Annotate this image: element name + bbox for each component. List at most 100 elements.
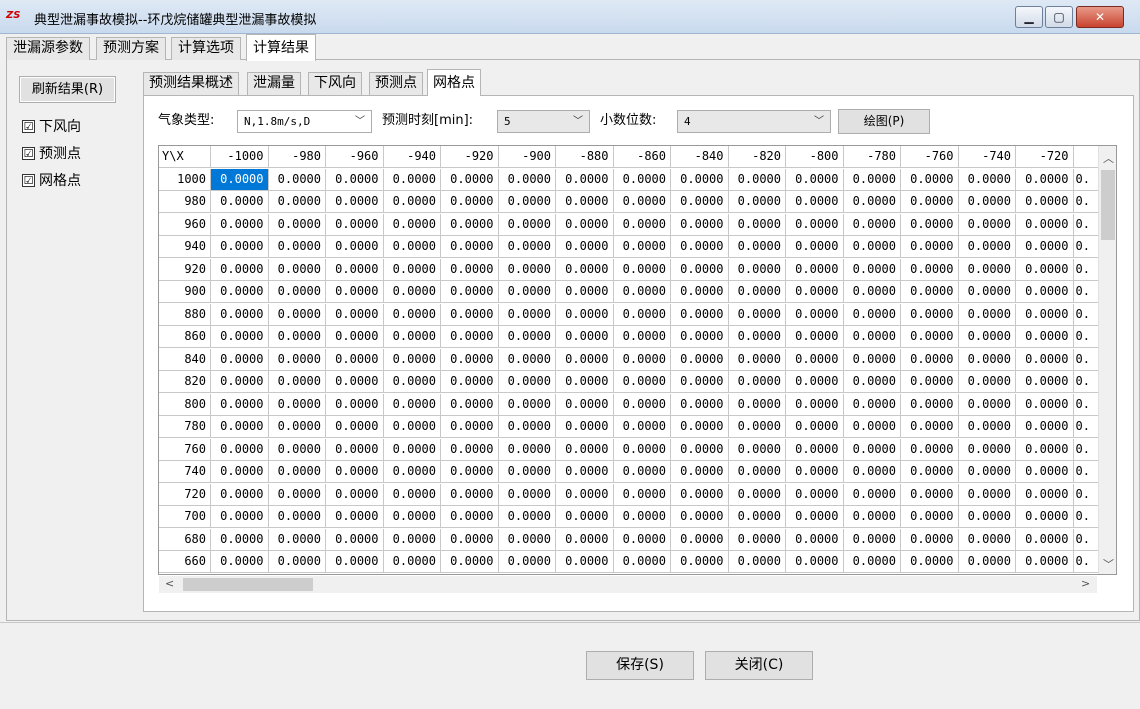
grid-cell[interactable]: 0.0000 bbox=[556, 393, 614, 416]
scroll-left-icon[interactable]: < bbox=[165, 577, 174, 590]
horizontal-scrollbar[interactable]: < > bbox=[159, 576, 1097, 593]
grid-cell[interactable]: 0.0000 bbox=[268, 303, 326, 326]
grid-cell[interactable]: 0.0000 bbox=[556, 213, 614, 236]
grid-cell[interactable]: 0.0000 bbox=[441, 348, 499, 371]
save-button[interactable]: 保存(S) bbox=[586, 651, 694, 680]
grid-cell[interactable]: 0.0000 bbox=[1016, 168, 1074, 191]
grid-cell[interactable]: 0.0000 bbox=[901, 416, 959, 438]
decimals-select[interactable]: 4 ﹀ bbox=[677, 110, 831, 133]
grid-cell[interactable]: 0.0000 bbox=[728, 168, 786, 191]
grid-cell[interactable]: 0.0000 bbox=[441, 236, 499, 258]
grid-cell[interactable]: 0.0000 bbox=[1016, 303, 1074, 326]
grid-cell[interactable]: 0.0000 bbox=[671, 461, 729, 483]
grid-cell[interactable]: 0.0000 bbox=[211, 168, 269, 191]
grid-cell[interactable]: 0.0000 bbox=[211, 236, 269, 258]
grid-cell[interactable]: 0.0000 bbox=[843, 348, 901, 371]
grid-cell[interactable]: 0.0000 bbox=[498, 326, 556, 348]
grid-cell[interactable]: 0.0000 bbox=[268, 416, 326, 438]
grid-cell[interactable]: 0.0000 bbox=[211, 393, 269, 416]
grid-cell[interactable]: 0.0000 bbox=[728, 393, 786, 416]
grid-cell[interactable]: 0.0000 bbox=[786, 438, 844, 461]
grid-cell[interactable]: 0.0000 bbox=[268, 236, 326, 258]
grid-cell[interactable]: 0.0000 bbox=[383, 213, 441, 236]
grid-cell[interactable]: 0.0000 bbox=[671, 371, 729, 393]
grid-cell[interactable]: 0.0000 bbox=[326, 303, 384, 326]
grid-cell[interactable]: 0.0000 bbox=[498, 393, 556, 416]
grid-cell[interactable]: 0.0000 bbox=[383, 461, 441, 483]
grid-cell[interactable]: 0.0000 bbox=[613, 438, 671, 461]
maximize-button[interactable]: ▢ bbox=[1045, 6, 1073, 28]
grid-cell[interactable]: 0.0000 bbox=[498, 551, 556, 573]
grid-cell[interactable]: 0.0000 bbox=[556, 551, 614, 573]
grid-cell[interactable]: 0.0000 bbox=[441, 528, 499, 551]
grid-cell[interactable]: 0.0000 bbox=[211, 438, 269, 461]
grid-cell[interactable]: 0.0000 bbox=[613, 258, 671, 281]
grid-cell[interactable]: 0.0000 bbox=[1016, 438, 1074, 461]
grid-cell[interactable]: 0.0000 bbox=[211, 461, 269, 483]
grid-cell[interactable]: 0.0000 bbox=[728, 483, 786, 506]
tab-downwind[interactable]: 下风向 bbox=[308, 72, 362, 95]
grid-cell[interactable]: 0.0000 bbox=[843, 528, 901, 551]
grid-cell[interactable]: 0.0000 bbox=[786, 348, 844, 371]
grid-cell[interactable]: 0.0000 bbox=[556, 528, 614, 551]
grid-cell[interactable]: 0.0000 bbox=[383, 281, 441, 303]
grid-cell[interactable]: 0.0000 bbox=[613, 551, 671, 573]
grid-cell[interactable]: 0.0000 bbox=[556, 461, 614, 483]
grid-cell[interactable]: 0.0000 bbox=[211, 348, 269, 371]
grid-cell[interactable]: 0.0000 bbox=[728, 303, 786, 326]
grid-cell[interactable]: 0.0000 bbox=[268, 348, 326, 371]
grid-cell[interactable]: 0.0000 bbox=[958, 303, 1016, 326]
grid-cell[interactable]: 0.0000 bbox=[383, 438, 441, 461]
grid-cell[interactable]: 0.0000 bbox=[786, 393, 844, 416]
grid-cell[interactable]: 0.0000 bbox=[671, 483, 729, 506]
grid-cell[interactable]: 0.0000 bbox=[498, 438, 556, 461]
grid-cell[interactable]: 0.0000 bbox=[843, 303, 901, 326]
grid-cell[interactable]: 0.0000 bbox=[613, 213, 671, 236]
grid-cell[interactable]: 0.0000 bbox=[901, 191, 959, 213]
grid-cell[interactable]: 0.0000 bbox=[613, 371, 671, 393]
grid-cell[interactable]: 0.0000 bbox=[958, 371, 1016, 393]
grid-cell[interactable]: 0.0000 bbox=[326, 416, 384, 438]
grid-cell[interactable]: 0.0000 bbox=[671, 416, 729, 438]
grid-cell[interactable]: 0.0000 bbox=[326, 213, 384, 236]
tab-summary[interactable]: 预测结果概述 bbox=[143, 72, 239, 95]
grid-cell[interactable]: 0.0000 bbox=[211, 551, 269, 573]
grid-table[interactable]: Y\X -1000 -980 -960 -940 -920 -900 -880 -860 -840… bbox=[158, 145, 1117, 575]
grid-cell[interactable]: 0.0000 bbox=[958, 461, 1016, 483]
grid-cell[interactable]: 0.0000 bbox=[901, 281, 959, 303]
grid-cell[interactable]: 0.0000 bbox=[901, 483, 959, 506]
grid-cell[interactable]: 0.0000 bbox=[1016, 348, 1074, 371]
grid-cell[interactable]: 0.0000 bbox=[498, 371, 556, 393]
grid-cell[interactable]: 0.0000 bbox=[728, 236, 786, 258]
grid-cell[interactable]: 0.0000 bbox=[326, 506, 384, 528]
grid-cell[interactable]: 0.0000 bbox=[1016, 371, 1074, 393]
grid-cell[interactable]: 0.0000 bbox=[901, 258, 959, 281]
grid-cell[interactable]: 0.0000 bbox=[786, 416, 844, 438]
grid-cell[interactable]: 0.0000 bbox=[556, 506, 614, 528]
tab-forecast-points[interactable]: 预测点 bbox=[369, 72, 423, 95]
tab-leak-source[interactable]: 泄漏源参数 bbox=[6, 37, 90, 60]
grid-cell[interactable]: 0.0000 bbox=[556, 303, 614, 326]
grid-cell[interactable]: 0.0000 bbox=[441, 371, 499, 393]
grid-cell[interactable]: 0.0000 bbox=[498, 506, 556, 528]
grid-cell[interactable]: 0.0000 bbox=[958, 551, 1016, 573]
grid-cell[interactable]: 0.0000 bbox=[958, 168, 1016, 191]
grid-cell[interactable]: 0.0000 bbox=[671, 326, 729, 348]
grid-cell[interactable]: 0.0000 bbox=[556, 483, 614, 506]
grid-cell[interactable]: 0.0000 bbox=[383, 551, 441, 573]
grid-cell[interactable]: 0.0000 bbox=[671, 168, 729, 191]
grid-cell[interactable]: 0.0000 bbox=[613, 483, 671, 506]
grid-cell[interactable]: 0.0000 bbox=[786, 303, 844, 326]
grid-cell[interactable]: 0.0000 bbox=[326, 551, 384, 573]
grid-cell[interactable]: 0.0000 bbox=[211, 506, 269, 528]
grid-cell[interactable]: 0.0000 bbox=[1016, 393, 1074, 416]
grid-cell[interactable]: 0.0000 bbox=[843, 506, 901, 528]
grid-cell[interactable]: 0.0000 bbox=[556, 258, 614, 281]
grid-cell[interactable]: 0.0000 bbox=[383, 168, 441, 191]
grid-cell[interactable]: 0.0000 bbox=[556, 438, 614, 461]
time-select[interactable]: 5 ﹀ bbox=[497, 110, 590, 133]
grid-cell[interactable]: 0.0000 bbox=[441, 438, 499, 461]
grid-cell[interactable]: 0.0000 bbox=[901, 438, 959, 461]
grid-cell[interactable]: 0.0000 bbox=[326, 371, 384, 393]
grid-cell[interactable]: 0.0000 bbox=[498, 213, 556, 236]
